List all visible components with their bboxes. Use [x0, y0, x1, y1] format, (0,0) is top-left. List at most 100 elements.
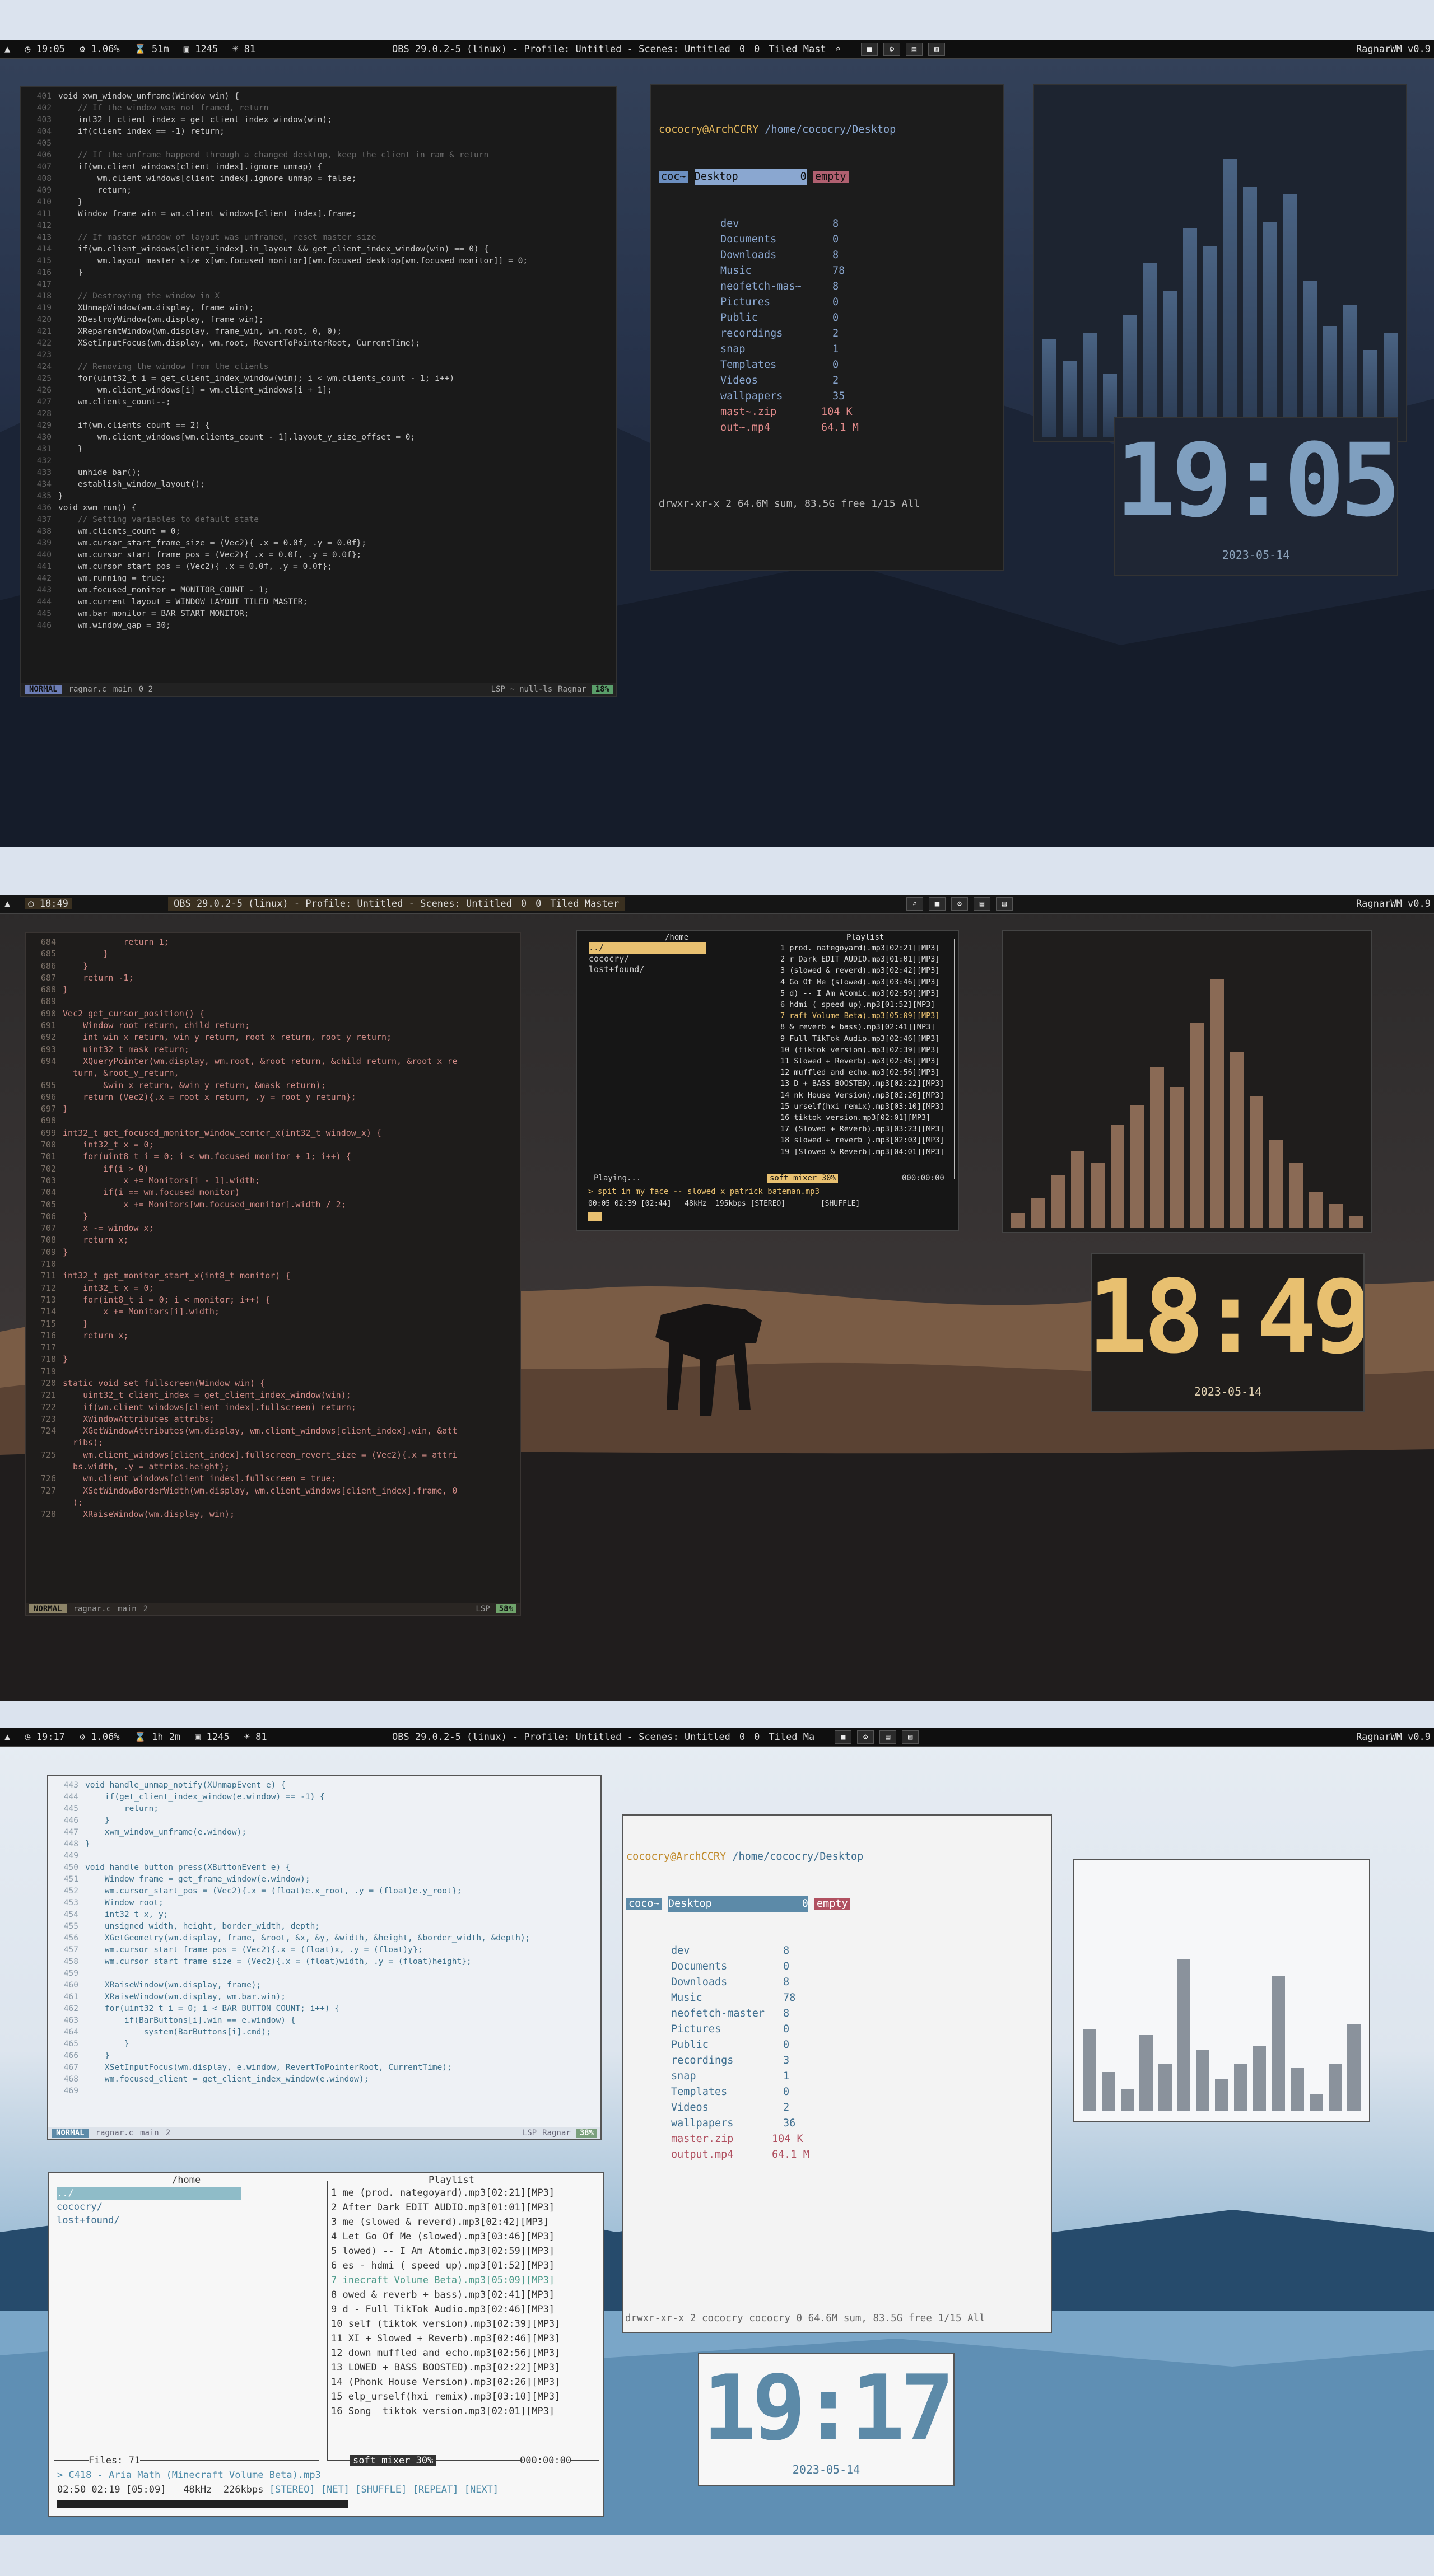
playlist-track[interactable]: 16 Song tiktok version.mp3[02:01][MP3]	[331, 2404, 595, 2419]
image-button[interactable]: ▨	[996, 897, 1013, 911]
directory-entry[interactable]: Music 78	[659, 263, 995, 279]
playlist-track[interactable]: 13 D + BASS BOOSTED).mp3[02:22][MP3]	[780, 1078, 953, 1089]
code-line[interactable]: 723 XWindowAttributes attribs;	[30, 1413, 515, 1425]
playlist-track[interactable]: 12 down muffled and echo.mp3[02:56][MP3]	[331, 2346, 595, 2360]
code-line[interactable]: 446 wm.window_gap = 30;	[26, 620, 612, 632]
code-line[interactable]: 439 wm.cursor_start_frame_size = (Vec2){…	[26, 538, 612, 549]
directory-item[interactable]: cococry/	[589, 954, 774, 965]
file-manager-window[interactable]: cococry@ArchCCRY /home/cococry/Desktop c…	[650, 84, 1004, 571]
code-line[interactable]: 436 void xwm_run() {	[26, 502, 612, 514]
code-line[interactable]: 418 // Destroying the window in X	[26, 291, 612, 302]
code-line[interactable]: 460 XRaiseWindow(wm.display, frame);	[53, 1980, 596, 1991]
playlist-track[interactable]: 16 tiktok version.mp3[02:01][MP3]	[780, 1112, 953, 1123]
code-line[interactable]: 699 int32_t get_focused_monitor_window_ce…	[30, 1127, 515, 1139]
code-line[interactable]: 468 wm.focused_client = get_client_index…	[53, 2074, 596, 2085]
code-line[interactable]: 429 if(wm.clients_count == 2) {	[26, 420, 612, 432]
code-line[interactable]: 413 // If master window of layout was un…	[26, 232, 612, 244]
search-button[interactable]: ⌕	[906, 897, 923, 911]
code-line[interactable]: 695 &win_x_return, &win_y_return, &mask_…	[30, 1080, 515, 1091]
code-line[interactable]: 459	[53, 1968, 596, 1980]
playlist-track[interactable]: 5 lowed) -- I Am Atomic.mp3[02:59][MP3]	[331, 2244, 595, 2258]
playlist-pane[interactable]: Playlist 1 me (prod. nategoyard).mp3[02:…	[327, 2174, 599, 2461]
directory-item[interactable]: ../	[589, 942, 706, 954]
code-line[interactable]: 710	[30, 1258, 515, 1270]
playlist-track[interactable]: 5 d) -- I Am Atomic.mp3[02:59][MP3]	[780, 988, 953, 999]
code-line[interactable]: 464 system(BarButtons[i].cmd);	[53, 2027, 596, 2038]
code-line[interactable]: 401 void xwm_window_unframe(Window win) {	[26, 91, 612, 102]
code-line[interactable]: 432	[26, 455, 612, 467]
directory-entry[interactable]: Downloads 8	[659, 248, 995, 263]
playlist-track[interactable]: 19 [Slowed & Reverb].mp3[04:01][MP3]	[780, 1146, 953, 1158]
code-area[interactable]: 684 return 1; 685 } 686 } 687 return -1; 688…	[26, 933, 520, 1524]
playlist-track[interactable]: 14 (Phonk House Version).mp3[02:26][MP3]	[331, 2375, 595, 2390]
code-line[interactable]: 447 xwm_window_unframe(e.window);	[53, 1827, 596, 1838]
code-line[interactable]: 697}	[30, 1103, 515, 1115]
file-list[interactable]: cococry@ArchCCRY /home/cococry/Desktop c…	[623, 1816, 1051, 2196]
code-line[interactable]: 414 if(wm.client_windows[client_index].i…	[26, 244, 612, 255]
code-line[interactable]: 709}	[30, 1247, 515, 1258]
directory-entry[interactable]: Public 0	[671, 2037, 1047, 2053]
code-line[interactable]: 704 if(i == wm.focused_monitor)	[30, 1187, 515, 1198]
files-button[interactable]: ▤	[879, 1730, 897, 1744]
tab[interactable]: coc~	[659, 171, 688, 183]
directory-entry[interactable]: Music 78	[671, 1990, 1047, 2006]
directory-pane[interactable]: /home ../cococry/lost+found/	[586, 933, 776, 1179]
code-line[interactable]: turn, &root_y_return,	[30, 1067, 515, 1079]
directory-list[interactable]: ../cococry/lost+found/	[586, 939, 776, 979]
code-line[interactable]: 438 wm.clients_count = 0;	[26, 526, 612, 538]
code-line[interactable]: 690 Vec2 get_cursor_position() {	[30, 1008, 515, 1020]
code-line[interactable]: 462 for(uint32_t i = 0; i < BAR_BUTTON_C…	[53, 2003, 596, 2015]
file-manager-window[interactable]: cococry@ArchCCRY /home/cococry/Desktop c…	[622, 1814, 1052, 2333]
code-line[interactable]: 718}	[30, 1354, 515, 1365]
playlist-track[interactable]: 9 Full TikTok Audio.mp3[02:46][MP3]	[780, 1033, 953, 1044]
playlist-track[interactable]: 8 owed & reverb + bass).mp3[02:41][MP3]	[331, 2288, 595, 2302]
directory-entry[interactable]: neofetch-mas~ 8	[659, 279, 995, 295]
directory-entry[interactable]: recordings 3	[671, 2053, 1047, 2069]
playlist-track[interactable]: 13 LOWED + BASS BOOSTED).mp3[02:22][MP3]	[331, 2360, 595, 2375]
code-line[interactable]: 689	[30, 996, 515, 1007]
selected-entry[interactable]: Desktop 0	[668, 1896, 808, 1912]
code-line[interactable]: 408 wm.client_windows[client_index].igno…	[26, 173, 612, 185]
code-line[interactable]: 446 }	[53, 1815, 596, 1827]
playlist-pane[interactable]: Playlist 1 prod. nategoyard).mp3[02:21][…	[779, 933, 955, 1179]
code-line[interactable]: 712 int32_t x = 0;	[30, 1282, 515, 1294]
code-line[interactable]: 420 XDestroyWindow(wm.display, frame_win…	[26, 314, 612, 326]
code-line[interactable]: 440 wm.cursor_start_frame_pos = (Vec2){ …	[26, 549, 612, 561]
playlist-track[interactable]: 6 es - hdmi ( speed up).mp3[01:52][MP3]	[331, 2258, 595, 2273]
directory-entry[interactable]: snap 1	[659, 342, 995, 357]
code-line[interactable]: 705 x += Monitors[wm.focused_monitor].wi…	[30, 1199, 515, 1211]
code-line[interactable]: 707 x -= window_x;	[30, 1222, 515, 1234]
playlist-track[interactable]: 14 nk House Version).mp3[02:26][MP3]	[780, 1090, 953, 1101]
code-line[interactable]: 411 Window frame_win = wm.client_windows…	[26, 208, 612, 220]
terminal-button[interactable]: ■	[835, 1730, 852, 1744]
code-line[interactable]: 691 Window root_return, child_return;	[30, 1020, 515, 1032]
code-line[interactable]: 701 for(uint8_t i = 0; i < wm.focused_mo…	[30, 1151, 515, 1163]
playlist-track[interactable]: 2 r Dark EDIT AUDIO.mp3[01:01][MP3]	[780, 954, 953, 965]
file-entry[interactable]: output.mp4 64.1 M	[671, 2147, 1047, 2163]
code-line[interactable]: 720 static void set_fullscreen(Window win…	[30, 1378, 515, 1389]
files-button[interactable]: ▤	[905, 43, 923, 56]
code-line[interactable]: 407 if(wm.client_windows[client_index].i…	[26, 161, 612, 173]
code-line[interactable]: 706 }	[30, 1211, 515, 1222]
code-line[interactable]: 405	[26, 138, 612, 150]
code-line[interactable]: 693 uint32_t mask_return;	[30, 1044, 515, 1056]
code-line[interactable]: 461 XRaiseWindow(wm.display, wm.bar.win)…	[53, 1991, 596, 2003]
playlist-track[interactable]: 11 Slowed + Reverb).mp3[02:46][MP3]	[780, 1056, 953, 1067]
layout-label[interactable]: Tiled Mast	[769, 44, 826, 55]
terminal-button[interactable]: ■	[929, 897, 946, 911]
directory-entry[interactable]: recordings 2	[659, 326, 995, 342]
directory-entry[interactable]: Public 0	[659, 310, 995, 326]
code-line[interactable]: 434 establish_window_layout();	[26, 479, 612, 491]
layout-label[interactable]: Tiled Master	[550, 898, 619, 909]
code-line[interactable]: 714 x += Monitors[i].width;	[30, 1306, 515, 1318]
code-line[interactable]: 426 wm.client_windows[i] = wm.client_win…	[26, 385, 612, 396]
directory-entry[interactable]: dev 8	[671, 1943, 1047, 1959]
playlist-track[interactable]: 7 inecraft Volume Beta).mp3[05:09][MP3]	[331, 2273, 595, 2288]
playlist-tracks[interactable]: 1 prod. nategoyard).mp3[02:21][MP3] 2 r D…	[779, 939, 954, 1161]
launcher-icon[interactable]: ▲	[4, 44, 10, 55]
code-line[interactable]: 454 int32_t x, y;	[53, 1909, 596, 1921]
code-line[interactable]: 406 // If the unframe happend through a …	[26, 150, 612, 161]
playlist-track[interactable]: 15 elp_urself(hxi remix).mp3[03:10][MP3]	[331, 2390, 595, 2404]
playlist-track[interactable]: 2 After Dark EDIT AUDIO.mp3[01:01][MP3]	[331, 2200, 595, 2215]
playlist-track[interactable]: 9 d - Full TikTok Audio.mp3[02:46][MP3]	[331, 2302, 595, 2317]
